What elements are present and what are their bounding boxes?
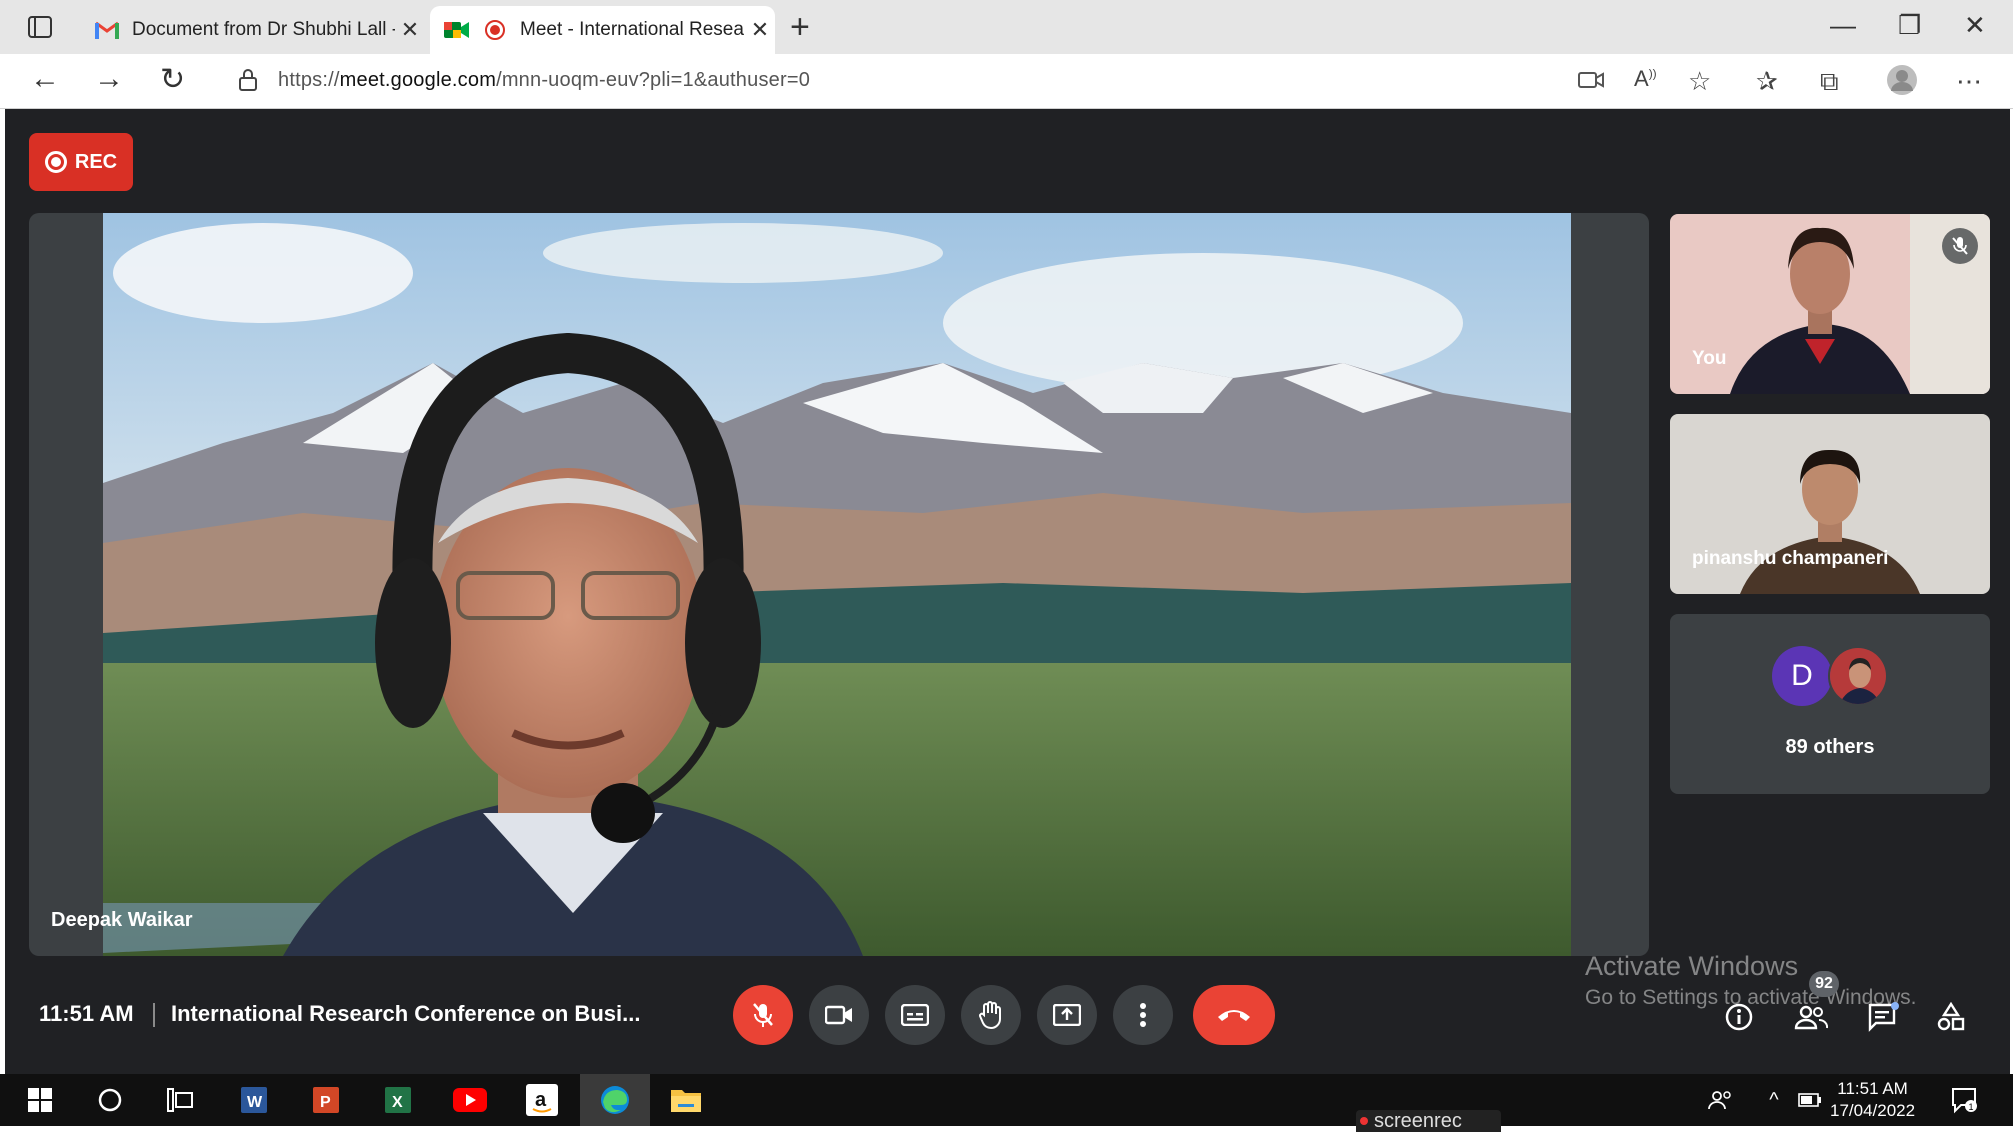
participant-avatar-photo bbox=[1828, 646, 1888, 706]
system-date: 17/04/2022 bbox=[1830, 1101, 1916, 1120]
participant-avatar: D bbox=[1772, 646, 1832, 706]
chat-button[interactable] bbox=[1863, 997, 1903, 1037]
meeting-controls-bar: 11:51 AM International Research Conferen… bbox=[5, 951, 2010, 1061]
excel-icon[interactable]: X bbox=[380, 1082, 416, 1118]
others-count-label: 89 others bbox=[1785, 736, 1875, 758]
meeting-details-button[interactable] bbox=[1719, 997, 1759, 1037]
self-label: You bbox=[1692, 348, 1727, 369]
url-host: meet.google.com bbox=[339, 69, 497, 91]
favorites-icon[interactable]: ✰ bbox=[1756, 66, 1778, 97]
system-time: 11:51 AM bbox=[1837, 1079, 1908, 1098]
url-field[interactable]: https://meet.google.com/mnn-uoqm-euv?pli… bbox=[278, 69, 810, 92]
tab-actions-icon[interactable] bbox=[28, 16, 52, 38]
powerpoint-icon[interactable]: P bbox=[308, 1082, 344, 1118]
tab-title: Document from Dr Shubhi Lall - bbox=[132, 19, 395, 40]
more-options-button[interactable] bbox=[1113, 985, 1173, 1045]
windows-start-icon[interactable] bbox=[22, 1082, 58, 1118]
notifications-icon[interactable]: 1 bbox=[1946, 1082, 1982, 1118]
activities-button[interactable] bbox=[1931, 997, 1971, 1037]
main-speaker-name: Deepak Waikar bbox=[51, 909, 193, 931]
meeting-title: International Research Conference on Bus… bbox=[171, 1001, 641, 1026]
file-explorer-icon[interactable] bbox=[668, 1082, 704, 1118]
close-window-icon[interactable]: ✕ bbox=[1964, 10, 1986, 41]
task-view-icon[interactable] bbox=[162, 1082, 198, 1118]
participant-video-tile[interactable]: pinanshu champaneri bbox=[1670, 414, 1990, 594]
meeting-clock: 11:51 AM bbox=[39, 1001, 134, 1026]
speaker-video bbox=[103, 213, 1571, 956]
leave-call-button[interactable] bbox=[1193, 985, 1275, 1045]
others-tile[interactable]: D 89 others bbox=[1670, 614, 1990, 794]
forward-icon[interactable]: → bbox=[94, 62, 124, 96]
windows-taskbar: W P X a screenrec ^ 11:51 AM 17/04/2022 … bbox=[0, 1074, 2013, 1132]
raise-hand-button[interactable] bbox=[961, 985, 1021, 1045]
people-taskbar-icon[interactable] bbox=[1702, 1082, 1738, 1118]
more-options-icon[interactable]: ⋯ bbox=[1956, 66, 1982, 97]
self-video-tile[interactable]: You bbox=[1670, 214, 1990, 394]
edge-browser-icon[interactable] bbox=[597, 1082, 633, 1118]
battery-icon[interactable] bbox=[1792, 1082, 1828, 1118]
svg-text:a: a bbox=[535, 1089, 547, 1111]
address-bar: ← → ↻ https://meet.google.com/mnn-uoqm-e… bbox=[0, 54, 2013, 109]
more-vert-icon bbox=[1140, 1003, 1146, 1027]
tab-gmail-document[interactable]: Document from Dr Shubhi Lall - ✕ bbox=[80, 6, 425, 54]
lock-icon[interactable] bbox=[238, 68, 258, 99]
mic-toggle-button[interactable] bbox=[733, 985, 793, 1045]
meet-window: REC Deepak Waikar You pinanshu champaner… bbox=[5, 109, 2010, 1074]
mic-off-icon bbox=[753, 1003, 773, 1027]
captions-icon bbox=[901, 1004, 929, 1026]
raise-hand-icon bbox=[979, 1001, 1001, 1029]
camera-toggle-button[interactable] bbox=[809, 985, 869, 1045]
close-tab-icon[interactable]: ✕ bbox=[395, 17, 425, 43]
info-icon bbox=[1725, 1003, 1753, 1031]
watermark-title: Activate Windows bbox=[1585, 951, 1799, 981]
search-icon[interactable] bbox=[92, 1082, 128, 1118]
muted-mic-icon bbox=[1942, 228, 1978, 264]
url-scheme: https:// bbox=[278, 69, 340, 91]
svg-text:P: P bbox=[320, 1094, 331, 1111]
meet-icon bbox=[444, 17, 470, 43]
people-button[interactable] bbox=[1791, 997, 1831, 1037]
browser-tab-bar: Document from Dr Shubhi Lall - ✕ Meet - … bbox=[0, 0, 2013, 54]
captions-button[interactable] bbox=[885, 985, 945, 1045]
collections-icon[interactable]: ⧉ bbox=[1820, 66, 1839, 98]
separator bbox=[153, 1003, 155, 1027]
svg-text:X: X bbox=[392, 1094, 403, 1111]
camera-in-use-icon[interactable] bbox=[1578, 66, 1604, 97]
new-tab-icon[interactable]: + bbox=[790, 8, 810, 47]
main-speaker-tile[interactable]: Deepak Waikar bbox=[29, 213, 1649, 956]
profile-icon[interactable] bbox=[1886, 64, 1918, 103]
chat-icon bbox=[1868, 1002, 1899, 1032]
screenrec-watermark: screenrec bbox=[1356, 1110, 1501, 1132]
url-path: /mnn-uoqm-euv?pli=1&authuser=0 bbox=[496, 69, 811, 91]
people-icon bbox=[1794, 1005, 1828, 1030]
svg-text:W: W bbox=[247, 1094, 263, 1111]
record-icon bbox=[44, 151, 67, 173]
rec-label: REC bbox=[74, 150, 118, 173]
hang-up-icon bbox=[1218, 1010, 1250, 1021]
people-count-badge: 92 bbox=[1809, 971, 1839, 997]
activities-icon bbox=[1937, 1002, 1965, 1031]
back-icon[interactable]: ← bbox=[30, 62, 60, 96]
present-screen-button[interactable] bbox=[1037, 985, 1097, 1045]
camera-icon bbox=[825, 1005, 852, 1025]
add-favorite-icon[interactable]: ☆ bbox=[1688, 66, 1711, 97]
refresh-icon[interactable]: ↻ bbox=[160, 62, 185, 97]
amazon-icon[interactable]: a bbox=[524, 1082, 560, 1118]
recording-badge: REC bbox=[29, 133, 133, 191]
restore-icon[interactable]: ❐ bbox=[1898, 10, 1921, 41]
svg-text:1: 1 bbox=[1969, 1102, 1974, 1112]
read-aloud-icon[interactable]: A)) bbox=[1634, 66, 1657, 92]
tab-title: Meet - International Researc bbox=[520, 19, 745, 40]
participant-name: pinanshu champaneri bbox=[1692, 548, 1889, 569]
close-tab-icon[interactable]: ✕ bbox=[745, 17, 775, 43]
present-icon bbox=[1053, 1004, 1081, 1026]
youtube-icon[interactable] bbox=[452, 1082, 488, 1118]
minimize-icon[interactable]: — bbox=[1830, 10, 1856, 41]
recording-indicator-icon bbox=[482, 17, 508, 43]
system-clock[interactable]: 11:51 AM 17/04/2022 bbox=[1830, 1078, 1915, 1122]
word-icon[interactable]: W bbox=[236, 1082, 272, 1118]
chevron-up-icon[interactable]: ^ bbox=[1756, 1082, 1792, 1118]
gmail-icon bbox=[94, 17, 120, 43]
tab-meet[interactable]: Meet - International Researc ✕ bbox=[430, 6, 775, 54]
